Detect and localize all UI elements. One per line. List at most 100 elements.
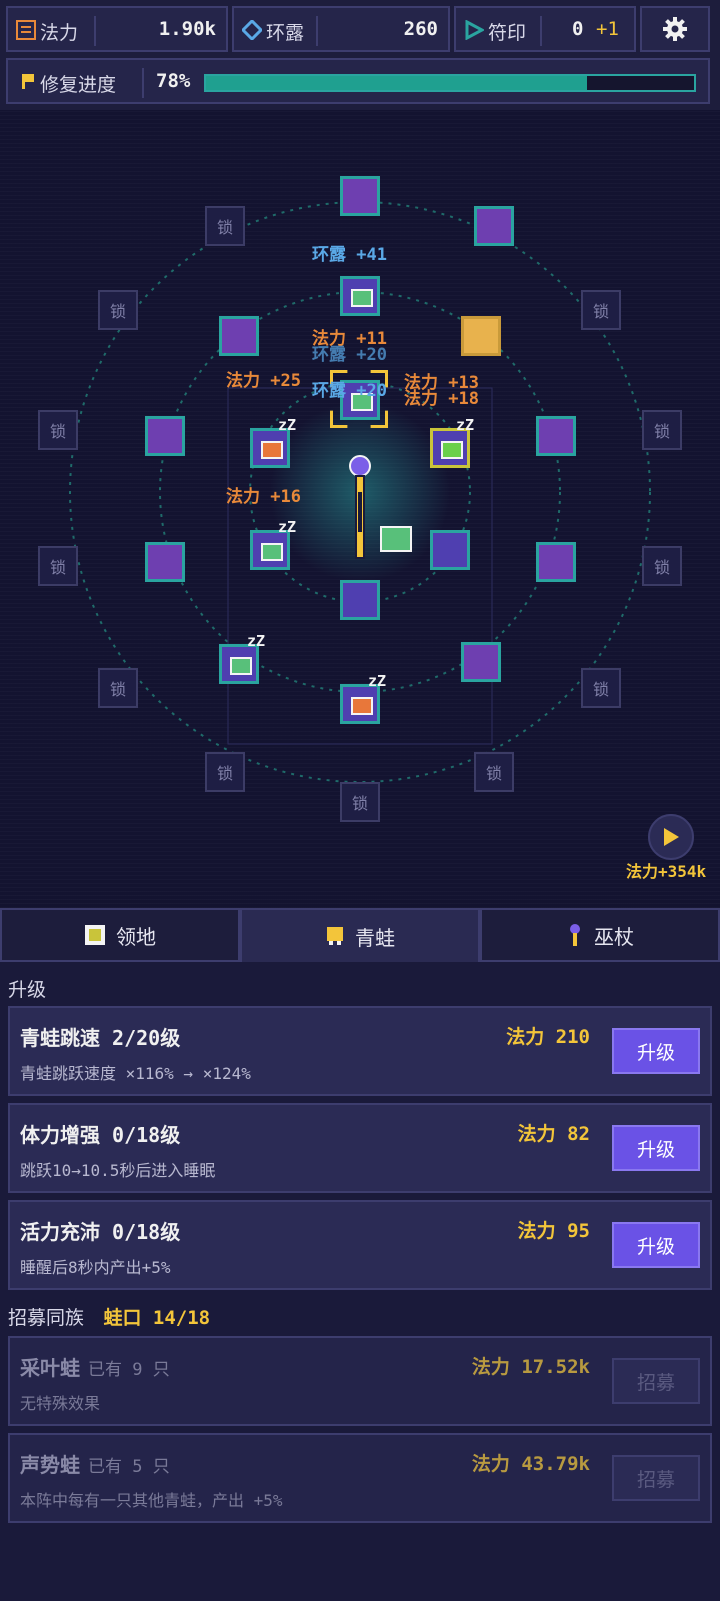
upgrade-desc: 跳跃10→10.5秒后进入睡眠: [20, 1161, 216, 1180]
settings-button[interactable]: [640, 6, 710, 52]
sleep-zz-icon: zZ: [456, 416, 475, 434]
lilypad-tile[interactable]: [474, 206, 514, 246]
recruit-button[interactable]: 招募: [612, 1455, 700, 1501]
tab-wand[interactable]: 巫杖: [480, 908, 720, 962]
locked-slot[interactable]: 锁: [38, 410, 78, 450]
mana-icon: [16, 20, 36, 40]
seal-panel: 符印 0 +1: [454, 6, 636, 52]
sleeping-frog[interactable]: [340, 684, 380, 724]
recruit-name-row: 声势蛙 已有 5 只: [20, 1449, 170, 1478]
tab-label: 青蛙: [355, 925, 395, 950]
upgrade-desc: 青蛙跳跃速度 ×116% → ×124%: [20, 1064, 251, 1083]
recruit-name: 采叶蛙: [20, 1356, 80, 1380]
locked-slot[interactable]: 锁: [581, 290, 621, 330]
recruit-desc: 无特殊效果: [20, 1394, 101, 1413]
sleep-zz-icon: zZ: [278, 518, 297, 536]
lilypad-tile[interactable]: [536, 416, 576, 456]
game-field[interactable]: 锁 锁 锁 锁 锁 锁 锁 锁 锁 锁 锁 锁 zZ zZ zZ zZ zZ 环…: [0, 110, 720, 908]
recruit-capacity: 蛙口 14/18: [103, 1307, 211, 1329]
play-reward: 法力+354k: [626, 862, 707, 881]
lilypad-tile[interactable]: [145, 542, 185, 582]
upgrade-button[interactable]: 升级: [612, 1028, 700, 1074]
territory-icon: [85, 925, 105, 945]
upgrade-name: 活力充沛 0/18级: [20, 1220, 181, 1244]
upgrade-desc: 睡醒后8秒内产出+5%: [20, 1258, 171, 1277]
jumping-frog-icon[interactable]: [380, 526, 412, 552]
play-icon: [664, 828, 679, 846]
progress-bar: [204, 74, 696, 92]
locked-slot[interactable]: 锁: [205, 752, 245, 792]
sleep-zz-icon: zZ: [247, 632, 266, 650]
lilypad-tile[interactable]: [461, 642, 501, 682]
float-text: 法力 +25: [226, 371, 301, 391]
lilypad-tile[interactable]: [430, 530, 470, 570]
recruit-name-row: 采叶蛙 已有 9 只: [20, 1352, 170, 1381]
locked-slot[interactable]: 锁: [340, 782, 380, 822]
lilypad-tile[interactable]: [340, 580, 380, 620]
recruit-cost: 法力 17.52k: [471, 1356, 590, 1378]
upgrade-cost: 法力 210: [506, 1026, 590, 1048]
wand-icon[interactable]: [340, 452, 380, 562]
upgrade-button[interactable]: 升级: [612, 1125, 700, 1171]
gear-icon: [663, 17, 687, 41]
recruit-card: 声势蛙 已有 5 只 本阵中每有一只其他青蛙，产出 +5% 法力 43.79k 招…: [8, 1433, 712, 1523]
flag-icon: [22, 74, 34, 89]
frog-icon: [261, 441, 283, 459]
upgrade-cost: 法力 82: [517, 1123, 590, 1145]
progress-panel: 修复进度 78%: [6, 58, 710, 104]
sleeping-frog[interactable]: [219, 644, 259, 684]
play-triangle-icon: [465, 20, 484, 40]
gold-tile[interactable]: [461, 316, 501, 356]
frog-icon: [351, 289, 373, 307]
recruit-button[interactable]: 招募: [612, 1358, 700, 1404]
diamond-icon: [242, 20, 262, 40]
recruit-card: 采叶蛙 已有 9 只 无特殊效果 法力 17.52k 招募: [8, 1336, 712, 1426]
upgrade-cost: 法力 95: [517, 1220, 590, 1242]
wand-tab-icon: [570, 924, 580, 946]
sleep-zz-icon: zZ: [368, 672, 387, 690]
seal-bonus: +1: [596, 18, 619, 40]
dew-value: 260: [403, 18, 438, 40]
divider: [540, 16, 542, 46]
play-button[interactable]: [648, 814, 694, 860]
upgrade-card: 体力增强 0/18级 跳跃10→10.5秒后进入睡眠 法力 82 升级: [8, 1103, 712, 1193]
progress-label: 修复进度: [40, 74, 117, 96]
locked-slot[interactable]: 锁: [581, 668, 621, 708]
progress-fill: [206, 76, 587, 90]
recruit-owned: 已有 9 只: [88, 1360, 170, 1380]
sleeping-frog[interactable]: [430, 428, 470, 468]
frog-icon: [351, 697, 373, 715]
frog-on-tile[interactable]: [340, 276, 380, 316]
frog-icon: [230, 657, 252, 675]
locked-slot[interactable]: 锁: [642, 410, 682, 450]
float-text: 环露 +41: [312, 245, 387, 265]
sleeping-frog[interactable]: [250, 530, 290, 570]
divider: [94, 16, 96, 46]
locked-slot[interactable]: 锁: [205, 206, 245, 246]
recruit-owned: 已有 5 只: [88, 1457, 170, 1477]
recruit-desc: 本阵中每有一只其他青蛙，产出 +5%: [20, 1491, 283, 1510]
locked-slot[interactable]: 锁: [98, 668, 138, 708]
sleeping-frog[interactable]: [250, 428, 290, 468]
lilypad-tile[interactable]: [145, 416, 185, 456]
tab-label: 巫杖: [594, 924, 634, 949]
locked-slot[interactable]: 锁: [642, 546, 682, 586]
mana-label: 法力: [40, 22, 79, 44]
progress-percent: 78%: [156, 70, 191, 92]
frog-icon: [261, 543, 283, 561]
sleep-zz-icon: zZ: [278, 416, 297, 434]
upgrade-button[interactable]: 升级: [612, 1222, 700, 1268]
tab-territory[interactable]: 领地: [0, 908, 240, 962]
locked-slot[interactable]: 锁: [474, 752, 514, 792]
locked-slot[interactable]: 锁: [98, 290, 138, 330]
locked-slot[interactable]: 锁: [38, 546, 78, 586]
dew-panel: 环露 260: [232, 6, 450, 52]
tab-frogs[interactable]: 青蛙: [240, 908, 480, 962]
upgrade-card: 青蛙跳速 2/20级 青蛙跳跃速度 ×116% → ×124% 法力 210 升…: [8, 1006, 712, 1096]
frog-tab-icon: [327, 927, 343, 945]
lilypad-tile[interactable]: [340, 176, 380, 216]
divider: [316, 16, 318, 46]
upgrade-name: 体力增强 0/18级: [20, 1123, 181, 1147]
lilypad-tile[interactable]: [219, 316, 259, 356]
lilypad-tile[interactable]: [536, 542, 576, 582]
